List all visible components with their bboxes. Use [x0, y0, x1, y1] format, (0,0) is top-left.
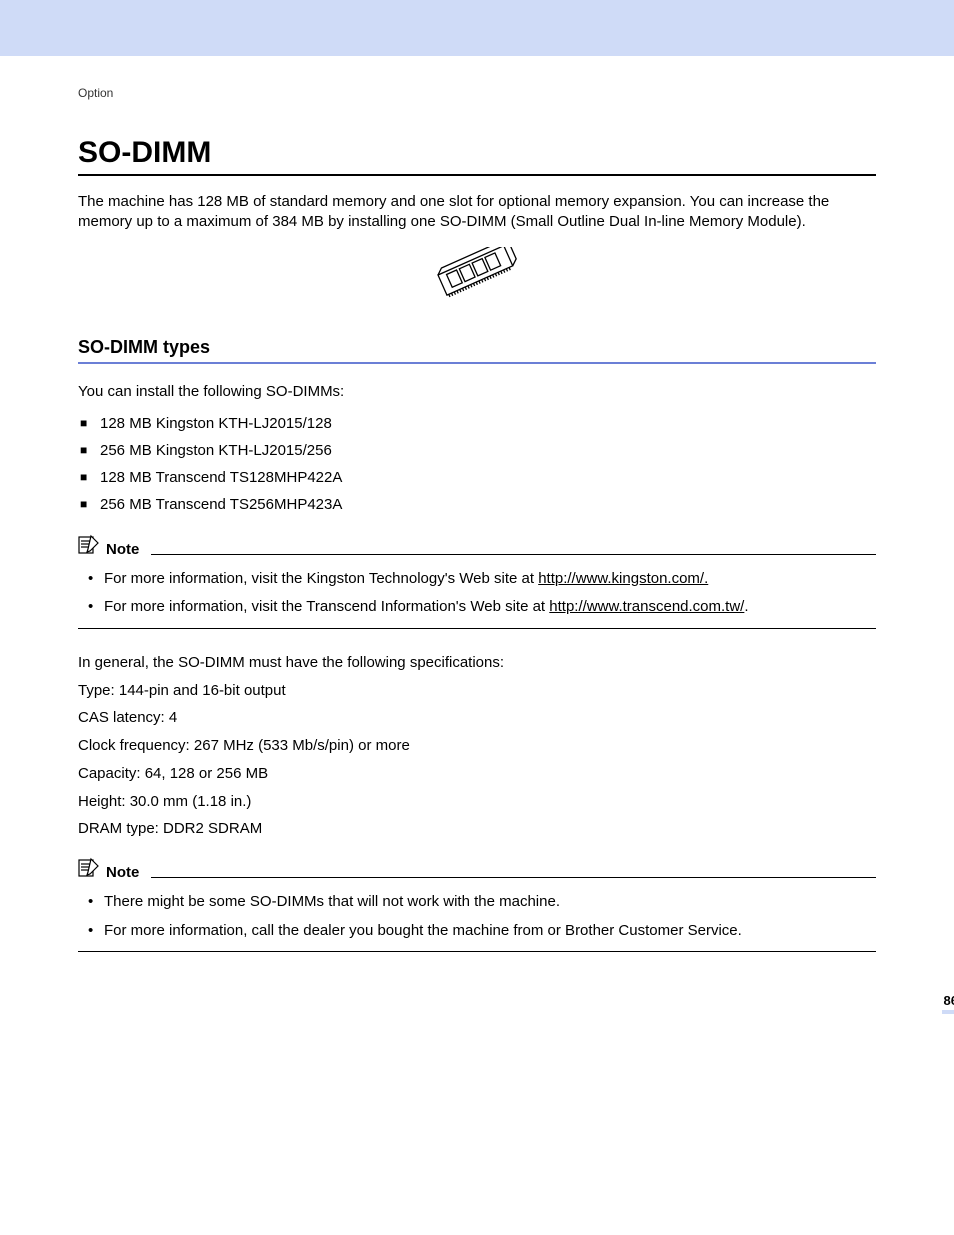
note-item: For more information, call the dealer yo…	[88, 917, 876, 946]
transcend-link[interactable]: http://www.transcend.com.tw/	[549, 598, 744, 615]
list-item: 256 MB Kingston KTH-LJ2015/256	[80, 437, 876, 464]
note-block-2: Note There might be some SO-DIMMs that w…	[78, 857, 876, 952]
note-label: Note	[106, 541, 139, 559]
note-suffix: .	[744, 598, 748, 615]
spec-line: Type: 144-pin and 16-bit output	[78, 677, 876, 705]
note-text: For more information, visit the Transcen…	[104, 598, 549, 615]
note-pencil-icon	[78, 534, 100, 559]
note-item: For more information, visit the Kingston…	[88, 565, 876, 594]
note-rule	[151, 554, 876, 555]
spec-line: Capacity: 64, 128 or 256 MB	[78, 760, 876, 788]
page-title: SO-DIMM	[78, 136, 876, 176]
list-item: 128 MB Kingston KTH-LJ2015/128	[80, 410, 876, 437]
note-block-1: Note For more information, visit the Kin…	[78, 534, 876, 629]
note-rule	[151, 877, 876, 878]
kingston-link[interactable]: http://www.kingston.com/.	[538, 570, 708, 587]
note-item: There might be some SO-DIMMs that will n…	[88, 888, 876, 917]
spec-line: DRAM type: DDR2 SDRAM	[78, 815, 876, 843]
intro-paragraph: The machine has 128 MB of standard memor…	[78, 192, 876, 233]
note-bottom-rule	[78, 628, 876, 629]
section-label: Option	[78, 86, 876, 100]
spec-line: Height: 30.0 mm (1.18 in.)	[78, 788, 876, 816]
specs-block: In general, the SO-DIMM must have the fo…	[78, 649, 876, 843]
note-bottom-rule	[78, 951, 876, 952]
subheading-types: SO-DIMM types	[78, 337, 876, 364]
spec-line: Clock frequency: 267 MHz (533 Mb/s/pin) …	[78, 732, 876, 760]
note-label: Note	[106, 864, 139, 882]
note-item: For more information, visit the Transcen…	[88, 593, 876, 622]
specs-intro: In general, the SO-DIMM must have the fo…	[78, 649, 876, 677]
page-content: 4 Option SO-DIMM The machine has 128 MB …	[0, 56, 954, 1012]
page-number: 86	[942, 993, 954, 1014]
types-list: 128 MB Kingston KTH-LJ2015/128 256 MB Ki…	[78, 410, 876, 518]
spec-line: CAS latency: 4	[78, 704, 876, 732]
sodimm-icon	[432, 247, 522, 307]
note-pencil-icon	[78, 857, 100, 882]
top-header-bar	[0, 0, 954, 56]
list-item: 256 MB Transcend TS256MHP423A	[80, 491, 876, 518]
sodimm-illustration	[78, 247, 876, 307]
types-intro: You can install the following SO-DIMMs:	[78, 382, 876, 402]
note-text: For more information, visit the Kingston…	[104, 570, 538, 587]
list-item: 128 MB Transcend TS128MHP422A	[80, 464, 876, 491]
